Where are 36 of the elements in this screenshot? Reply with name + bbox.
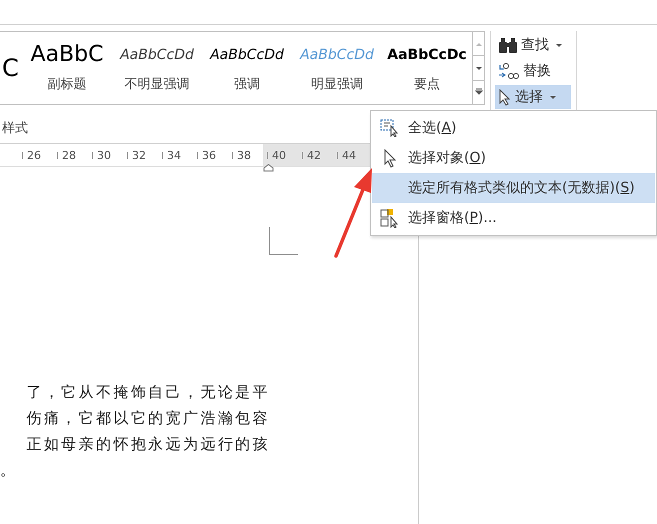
ruler-number: 32 <box>123 144 158 166</box>
replace-icon <box>499 61 519 81</box>
pointer-icon <box>384 148 396 168</box>
paragraph-line: 。 <box>0 461 18 479</box>
style-option[interactable]: AaBbCcDd 强调 <box>202 32 292 104</box>
indent-marker-icon[interactable] <box>263 164 274 172</box>
menu-item[interactable]: 选定所有格式类似的文本(无数据)(S) <box>372 173 655 203</box>
ruler-number: 28 <box>53 144 88 166</box>
paragraph-line: 伤痛，它都以它的宽广浩瀚包容 <box>26 409 270 427</box>
ruler-number: 40 <box>263 144 298 166</box>
binoculars-icon <box>499 37 517 53</box>
paragraph-line: 了，它从不掩饰自己，无论是平 <box>26 383 270 401</box>
style-option[interactable]: AaBbCcDd 不明显强调 <box>112 32 202 104</box>
selection-pane-icon <box>380 208 400 228</box>
ribbon-button[interactable]: 选择 <box>495 85 571 109</box>
ruler-number: 34 <box>158 144 193 166</box>
menu-item[interactable]: 选择窗格(P)... <box>372 203 655 233</box>
group-label: 样式 <box>2 120 28 137</box>
pointer-icon <box>499 88 511 106</box>
ruler-number: 26 <box>18 144 53 166</box>
style-option[interactable]: AaBbCcDc 要点 <box>382 32 472 104</box>
menu-item[interactable]: 选择对象(O) <box>372 143 655 173</box>
style-option[interactable]: C <box>0 32 22 104</box>
style-option[interactable]: AaBbC 副标题 <box>22 32 112 104</box>
ribbon-button[interactable]: 替换 <box>495 59 571 83</box>
menu-item[interactable]: 全选(A) <box>372 113 655 143</box>
paragraph-line: 正如母亲的怀抱永远为远行的孩 <box>26 435 270 453</box>
ruler-number: 42 <box>298 144 333 166</box>
ruler-number: 36 <box>193 144 228 166</box>
ribbon-button[interactable]: 查找 <box>495 33 571 57</box>
style-option[interactable]: AaBbCcDd 明显强调 <box>292 32 382 104</box>
ruler-number: 30 <box>88 144 123 166</box>
margin-corner-mark <box>269 227 298 255</box>
select-all-icon <box>380 119 400 137</box>
ruler-number: 38 <box>228 144 263 166</box>
ruler-number: 44 <box>333 144 368 166</box>
